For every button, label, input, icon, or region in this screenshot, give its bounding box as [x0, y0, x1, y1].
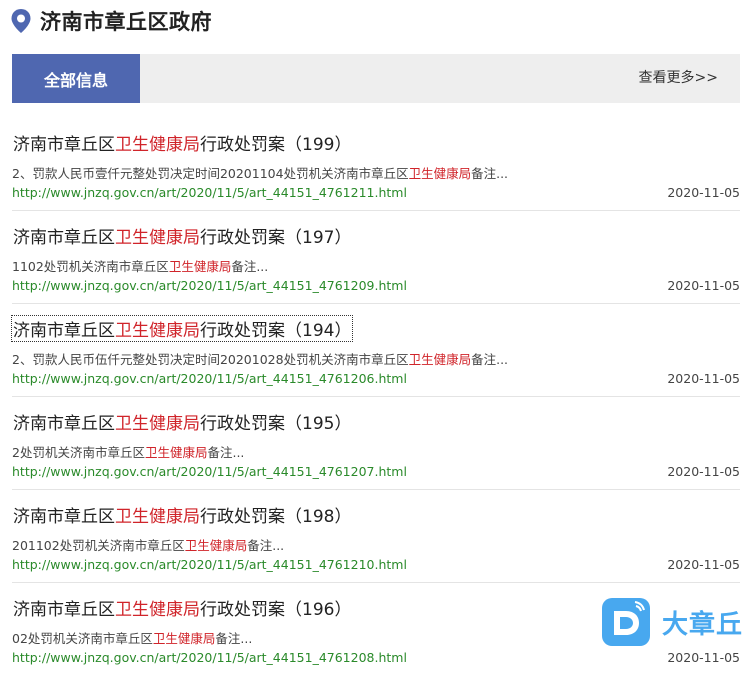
results-list: 济南市章丘区卫生健康局行政处罚案（199） 2、罚款人民币壹仟元整处罚决定时间2…: [10, 118, 740, 675]
result-title-link[interactable]: 济南市章丘区卫生健康局行政处罚案（195）: [12, 409, 352, 434]
result-title-link[interactable]: 济南市章丘区卫生健康局行政处罚案（198）: [12, 502, 352, 527]
result-title-link[interactable]: 济南市章丘区卫生健康局行政处罚案（197）: [12, 223, 352, 248]
result-date: 2020-11-05: [667, 557, 740, 572]
watermark: 大章丘: [602, 598, 743, 646]
result-date: 2020-11-05: [667, 185, 740, 200]
page-title: 济南市章丘区政府: [40, 10, 212, 34]
result-date: 2020-11-05: [667, 650, 740, 665]
result-title-link[interactable]: 济南市章丘区卫生健康局行政处罚案（194）: [10, 315, 354, 342]
list-item: 济南市章丘区卫生健康局行政处罚案（194） 2、罚款人民币伍仟元整处罚决定时间2…: [10, 304, 740, 397]
list-item: 济南市章丘区卫生健康局行政处罚案（199） 2、罚款人民币壹仟元整处罚决定时间2…: [12, 118, 740, 211]
location-pin-icon: [11, 9, 31, 33]
list-item: 济南市章丘区卫生健康局行政处罚案（195） 2处罚机关济南市章丘区卫生健康局备注…: [12, 397, 740, 490]
result-snippet: 201102处罚机关济南市章丘区卫生健康局备注...: [12, 538, 285, 553]
page-header: 济南市章丘区政府: [10, 6, 212, 36]
watermark-text: 大章丘: [662, 609, 744, 640]
result-snippet: 2处罚机关济南市章丘区卫生健康局备注...: [12, 445, 245, 460]
result-snippet: 02处罚机关济南市章丘区卫生健康局备注...: [12, 631, 253, 646]
list-item: 济南市章丘区卫生健康局行政处罚案（198） 201102处罚机关济南市章丘区卫生…: [12, 490, 740, 583]
result-url[interactable]: http://www.jnzq.gov.cn/art/2020/11/5/art…: [12, 557, 407, 572]
result-snippet: 2、罚款人民币伍仟元整处罚决定时间20201028处罚机关济南市章丘区卫生健康局…: [12, 352, 509, 367]
result-date: 2020-11-05: [667, 371, 740, 386]
result-snippet: 1102处罚机关济南市章丘区卫生健康局备注...: [12, 259, 269, 274]
d-logo-icon: [602, 598, 650, 646]
result-url[interactable]: http://www.jnzq.gov.cn/art/2020/11/5/art…: [12, 278, 407, 293]
list-item: 济南市章丘区卫生健康局行政处罚案（197） 1102处罚机关济南市章丘区卫生健康…: [12, 211, 740, 304]
tab-all-info[interactable]: 全部信息: [12, 54, 140, 103]
result-snippet: 2、罚款人民币壹仟元整处罚决定时间20201104处罚机关济南市章丘区卫生健康局…: [12, 166, 509, 181]
result-date: 2020-11-05: [667, 278, 740, 293]
result-url[interactable]: http://www.jnzq.gov.cn/art/2020/11/5/art…: [12, 464, 407, 479]
result-url[interactable]: http://www.jnzq.gov.cn/art/2020/11/5/art…: [12, 185, 407, 200]
result-url[interactable]: http://www.jnzq.gov.cn/art/2020/11/5/art…: [12, 650, 407, 665]
tab-bar: 全部信息 查看更多>>: [12, 54, 740, 103]
result-date: 2020-11-05: [667, 464, 740, 479]
result-title-link[interactable]: 济南市章丘区卫生健康局行政处罚案（199）: [12, 130, 352, 155]
more-link[interactable]: 查看更多>>: [639, 54, 718, 103]
result-url[interactable]: http://www.jnzq.gov.cn/art/2020/11/5/art…: [12, 371, 407, 386]
result-title-link[interactable]: 济南市章丘区卫生健康局行政处罚案（196）: [12, 595, 352, 620]
